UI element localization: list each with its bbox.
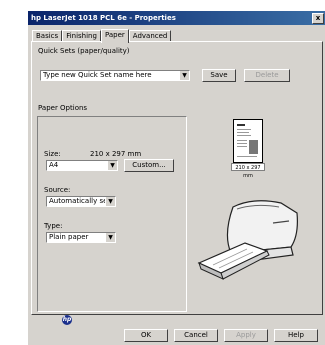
- chevron-down-icon: ▼: [107, 161, 117, 170]
- close-icon[interactable]: x: [312, 13, 324, 24]
- quick-sets-label: Quick Sets (paper/quality): [38, 47, 130, 55]
- page-preview-icon: [237, 124, 258, 157]
- preview-size-label: 210 x 297 mm: [231, 163, 265, 179]
- chevron-down-icon: ▼: [179, 71, 189, 80]
- printer-properties-dialog: hp LaserJet 1018 PCL 6e - Properties x B…: [27, 10, 325, 345]
- chevron-down-icon: ▼: [105, 233, 115, 242]
- size-select[interactable]: A4 ▼: [46, 160, 118, 171]
- page-preview: [233, 119, 263, 163]
- ok-button[interactable]: OK: [124, 329, 168, 342]
- tab-strip: Basics Finishing Paper Advanced: [32, 29, 172, 43]
- delete-button[interactable]: Delete: [244, 69, 290, 82]
- title-bar[interactable]: hp LaserJet 1018 PCL 6e - Properties x: [28, 11, 325, 25]
- size-value: A4: [49, 161, 59, 169]
- window-title: hp LaserJet 1018 PCL 6e - Properties: [31, 14, 176, 22]
- cancel-button[interactable]: Cancel: [174, 329, 218, 342]
- hp-logo: hp: [62, 315, 72, 325]
- size-dimensions: 210 x 297 mm: [90, 150, 142, 158]
- type-label: Type:: [44, 222, 63, 230]
- source-select[interactable]: Automatically select ▼: [46, 196, 116, 207]
- printer-icon: [197, 200, 298, 280]
- type-select[interactable]: Plain paper ▼: [46, 232, 116, 243]
- source-label: Source:: [44, 186, 71, 194]
- quick-sets-select[interactable]: Type new Quick Set name here ▼: [40, 70, 190, 81]
- apply-button[interactable]: Apply: [224, 329, 268, 342]
- chevron-down-icon: ▼: [105, 197, 115, 206]
- size-label: Size:: [44, 150, 61, 158]
- custom-size-button[interactable]: Custom...: [124, 159, 174, 172]
- save-button[interactable]: Save: [202, 69, 236, 82]
- paper-options-tab-label: Paper Options: [38, 104, 88, 112]
- help-button[interactable]: Help: [274, 329, 318, 342]
- type-value: Plain paper: [49, 233, 89, 241]
- quick-sets-value: Type new Quick Set name here: [43, 71, 152, 79]
- paper-options-group: [37, 116, 187, 312]
- tab-paper[interactable]: Paper: [100, 29, 129, 43]
